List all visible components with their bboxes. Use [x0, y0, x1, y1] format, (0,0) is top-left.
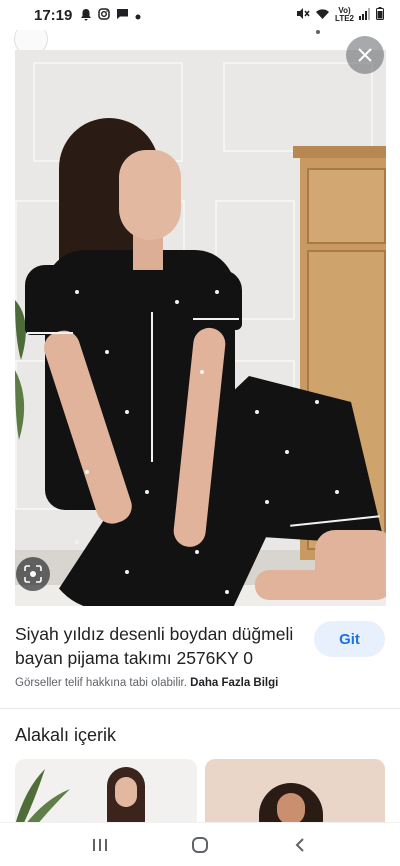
sleeve-piping [27, 332, 73, 334]
placket-piping [151, 312, 153, 462]
pattern-dot [335, 490, 339, 494]
status-icons-right: Vo) LTE2 [296, 7, 384, 23]
pattern-dot [75, 290, 79, 294]
message-icon [116, 8, 129, 22]
dot-icon [135, 9, 141, 22]
volte-line2: LTE2 [335, 14, 354, 23]
volte-icon: Vo) LTE2 [335, 7, 354, 23]
mute-icon [296, 7, 310, 23]
cabinet-top [293, 146, 386, 158]
pattern-dot [125, 570, 129, 574]
page-indicator-dot [316, 30, 320, 34]
related-heading: Alakalı içerik [15, 725, 117, 745]
pattern-dot [285, 450, 289, 454]
status-bar: 17:19 Vo) LTE2 [0, 0, 400, 30]
model-face [277, 793, 305, 825]
top-strip [0, 22, 400, 56]
pattern-dot [105, 350, 109, 354]
pajama-sleeve-right [190, 270, 242, 330]
pattern-dot [315, 400, 319, 404]
pattern-dot [195, 550, 199, 554]
instagram-icon [98, 8, 111, 22]
back-button[interactable] [280, 830, 320, 860]
recent-apps-button[interactable] [80, 830, 120, 860]
model-foot [255, 570, 355, 600]
battery-icon [376, 7, 384, 23]
status-icons-left [80, 8, 141, 23]
more-info-link[interactable]: Daha Fazla Bilgi [190, 677, 278, 689]
signal-icon [359, 7, 371, 23]
model-face [119, 150, 181, 240]
related-thumbnail[interactable] [205, 759, 385, 825]
pattern-dot [255, 410, 259, 414]
visit-button[interactable]: Git [314, 621, 385, 657]
pattern-dot [215, 290, 219, 294]
copyright-row: Görseller telif hakkına tabi olabilir. D… [15, 677, 278, 689]
pattern-dot [225, 590, 229, 594]
pattern-dot [125, 410, 129, 414]
recent-apps-icon [93, 838, 107, 851]
close-button[interactable] [346, 36, 384, 74]
cabinet-drawer [307, 168, 386, 244]
image-preview[interactable] [15, 50, 386, 606]
google-lens-icon [24, 565, 42, 583]
model-face [115, 777, 137, 807]
pattern-dot [75, 540, 79, 544]
lens-button[interactable] [16, 557, 50, 591]
result-title: Siyah yıldız desenli boydan düğmeli baya… [15, 624, 294, 668]
plant-leaves [15, 769, 70, 825]
system-nav-bar [0, 822, 400, 866]
close-icon [358, 48, 372, 62]
pattern-dot [200, 370, 204, 374]
back-icon [295, 837, 304, 852]
status-time: 17:19 [34, 6, 73, 24]
pattern-dot [85, 470, 89, 474]
wifi-icon [315, 8, 330, 23]
sleeve-piping [193, 318, 239, 320]
pajama-sleeve-left [25, 265, 75, 335]
pattern-dot [175, 300, 179, 304]
pattern-dot [265, 500, 269, 504]
divider [0, 708, 400, 709]
notification-icon [80, 8, 92, 23]
copyright-notice: Görseller telif hakkına tabi olabilir. [15, 677, 187, 689]
pattern-dot [145, 490, 149, 494]
home-icon [192, 836, 208, 853]
wall-panel [223, 62, 373, 152]
related-thumbnail[interactable] [15, 759, 197, 825]
home-button[interactable] [180, 830, 220, 860]
